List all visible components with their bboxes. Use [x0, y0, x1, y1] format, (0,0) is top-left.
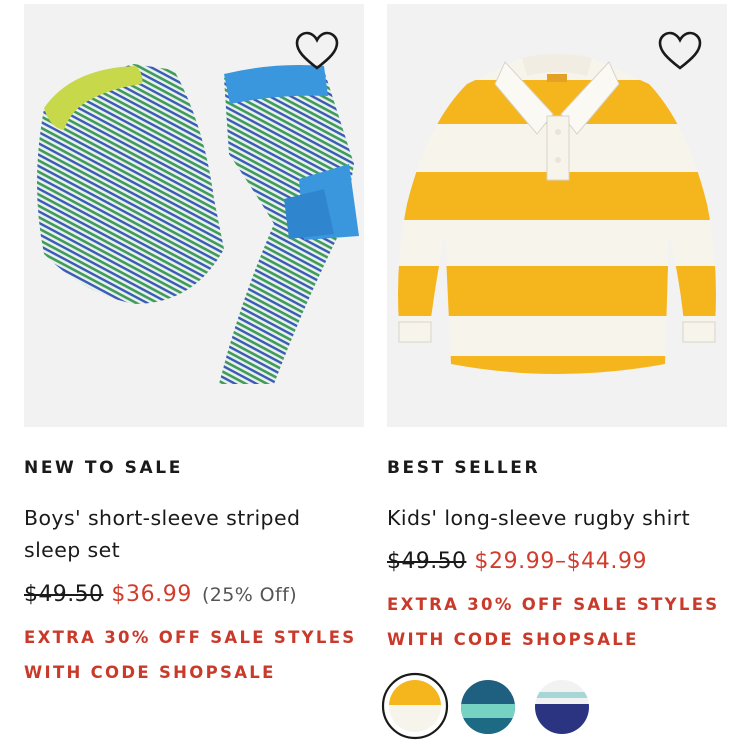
promo-line-1: EXTRA 30% OFF SALE STYLES — [24, 628, 357, 647]
promo-line-2: WITH CODE SHOPSALE — [24, 663, 276, 682]
swatch-navy-teal[interactable] — [459, 678, 517, 736]
promo-line-1: EXTRA 30% OFF SALE STYLES — [387, 595, 720, 614]
title-line-1: Kids' long-sleeve rugby shirt — [387, 506, 691, 530]
swatch-yellow-white[interactable] — [381, 672, 449, 740]
price-row: $49.50 $36.99 (25% Off) — [24, 582, 297, 607]
product-image-rugby-shirt[interactable] — [387, 4, 727, 427]
swatch-white-navy[interactable] — [533, 678, 591, 736]
title-line-2: sleep set — [24, 538, 121, 562]
product-image-sleep-set[interactable] — [24, 4, 364, 427]
badge-best-seller: BEST SELLER — [387, 458, 541, 478]
original-price: $49.50 — [24, 582, 104, 607]
original-price: $49.50 — [387, 549, 467, 574]
promo-line-2: WITH CODE SHOPSALE — [387, 630, 639, 649]
badge-new-to-sale: NEW TO SALE — [24, 458, 183, 478]
heart-outline-icon[interactable] — [657, 30, 703, 72]
sale-price-range: $29.99–$44.99 — [474, 549, 648, 574]
discount-percent: (25% Off) — [201, 584, 298, 606]
price-row: $49.50 $29.99–$44.99 — [387, 549, 647, 574]
product-title[interactable]: Kids' long-sleeve rugby shirt — [387, 502, 717, 534]
title-line-1: Boys' short-sleeve striped — [24, 506, 301, 530]
promo-text: EXTRA 30% OFF SALE STYLES WITH CODE SHOP… — [24, 620, 369, 690]
collar-label — [547, 74, 567, 82]
color-swatches — [381, 672, 621, 742]
product-title[interactable]: Boys' short-sleeve striped sleep set — [24, 502, 354, 566]
promo-text: EXTRA 30% OFF SALE STYLES WITH CODE SHOP… — [387, 587, 732, 657]
heart-outline-icon[interactable] — [294, 30, 340, 72]
sale-price: $36.99 — [111, 582, 192, 607]
